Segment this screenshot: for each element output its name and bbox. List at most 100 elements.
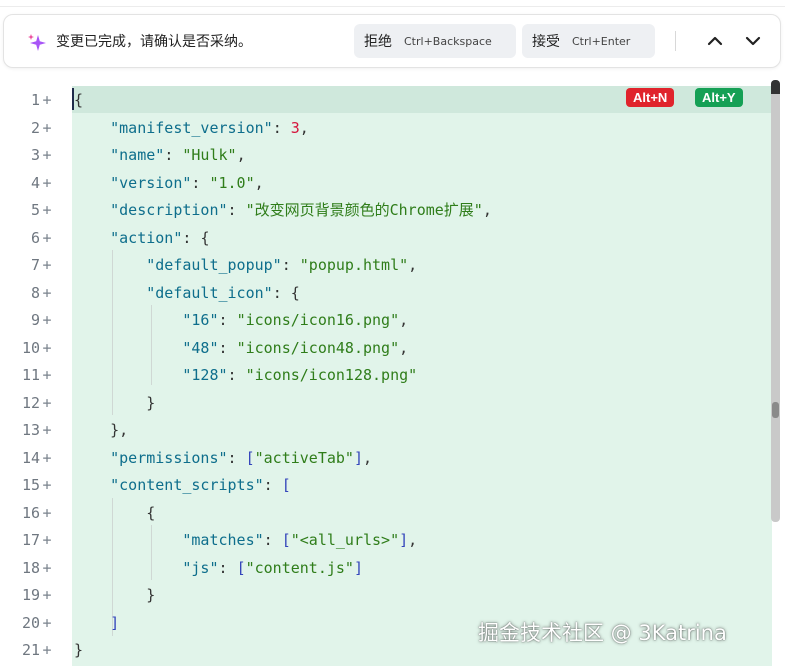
line-number: 12 — [21, 393, 40, 412]
toolbar-divider — [675, 31, 676, 51]
chevron-down-icon[interactable] — [741, 29, 765, 53]
code-line: 7 + "default_popup": "popup.html", — [0, 252, 785, 280]
line-number: 3 — [30, 146, 40, 164]
code-line: 6 + "action": { — [0, 225, 785, 253]
code-text: ] — [110, 613, 120, 632]
code-line: 11 + "128": "icons/icon128.png" — [0, 362, 785, 390]
code-text: "name": "Hulk", — [110, 146, 246, 164]
added-line-marker: + — [42, 146, 52, 164]
line-number: 14 — [21, 448, 40, 467]
code-text: { — [74, 91, 84, 109]
added-line-marker: + — [42, 476, 52, 494]
code-text: "version": "1.0", — [110, 173, 264, 192]
added-line-marker: + — [42, 283, 52, 302]
added-line-marker: + — [42, 421, 52, 439]
line-number: 7 — [30, 256, 40, 274]
added-line-marker: + — [42, 531, 52, 549]
code-line: 10 + "48": "icons/icon48.png", — [0, 335, 785, 363]
added-line-marker: + — [42, 641, 52, 659]
added-line-marker: + — [42, 393, 52, 412]
scrollbar-thumb[interactable] — [772, 402, 779, 418]
code-line: 19 + } — [0, 582, 785, 610]
accept-button[interactable]: 接受 Ctrl+Enter — [522, 24, 655, 58]
code-lines: 1 +{2 + "manifest_version": 3, 3 + "name": "… — [0, 87, 785, 665]
sparkle-icon — [28, 34, 46, 51]
line-number: 18 — [21, 558, 40, 577]
code-text: "manifest_version": 3, — [110, 118, 309, 137]
code-text: "content_scripts": [ — [110, 476, 291, 494]
added-line-marker: + — [42, 613, 52, 632]
reject-button[interactable]: 拒绝 Ctrl+Backspace — [354, 24, 516, 58]
line-number: 8 — [30, 283, 40, 302]
line-number: 19 — [21, 586, 40, 604]
line-number: 6 — [30, 228, 40, 247]
added-line-marker: + — [42, 118, 52, 137]
code-line: 18 + "js": ["content.js"] — [0, 555, 785, 583]
code-editor[interactable]: 1 +{2 + "manifest_version": 3, 3 + "name": "… — [0, 80, 785, 666]
added-line-marker: + — [42, 173, 52, 192]
code-line: 2 + "manifest_version": 3, — [0, 115, 785, 143]
code-text: } — [146, 393, 156, 412]
code-text: "128": "icons/icon128.png" — [182, 366, 418, 384]
scrollbar-top-cap — [771, 80, 780, 94]
code-text: "48": "icons/icon48.png", — [182, 338, 409, 357]
reject-shortcut-badge[interactable]: Alt+N — [626, 88, 675, 107]
added-line-marker: + — [42, 503, 52, 522]
code-line: 13 + }, — [0, 417, 785, 445]
line-number: 11 — [21, 366, 40, 384]
code-line: 4 + "version": "1.0", — [0, 170, 785, 198]
code-text: } — [74, 641, 84, 659]
accept-shortcut: Ctrl+Enter — [572, 34, 631, 48]
code-text: "permissions": ["activeTab"], — [110, 448, 373, 467]
line-number: 9 — [30, 311, 40, 329]
line-number: 2 — [30, 118, 40, 137]
line-number: 21 — [21, 641, 40, 659]
line-number: 17 — [21, 531, 40, 549]
accept-label: 接受 — [532, 34, 560, 50]
line-number: 15 — [21, 476, 40, 494]
watermark: 掘金技术社区 @ 3Katrina — [478, 621, 727, 645]
code-text: "description": "改变网页背景颜色的Chrome扩展", — [110, 201, 492, 219]
code-text: "js": ["content.js"] — [182, 558, 363, 577]
line-number: 16 — [21, 503, 40, 522]
added-line-marker: + — [42, 91, 52, 109]
added-line-marker: + — [42, 201, 52, 219]
review-message: 变更已完成，请确认是否采纳。 — [56, 34, 252, 50]
line-number: 4 — [30, 173, 40, 192]
code-line: 14 + "permissions": ["activeTab"], — [0, 445, 785, 473]
added-line-marker: + — [42, 228, 52, 247]
added-line-marker: + — [42, 311, 52, 329]
code-line: 8 + "default_icon": { — [0, 280, 785, 308]
added-line-marker: + — [42, 256, 52, 274]
accept-shortcut-badge[interactable]: Alt+Y — [695, 88, 743, 107]
reject-shortcut: Ctrl+Backspace — [404, 34, 492, 48]
added-line-marker: + — [42, 366, 52, 384]
added-line-marker: + — [42, 586, 52, 604]
code-text: "default_icon": { — [146, 283, 300, 302]
chevron-up-icon[interactable] — [703, 29, 727, 53]
code-text: "16": "icons/icon16.png", — [182, 311, 409, 329]
line-number: 5 — [30, 201, 40, 219]
code-text: { — [146, 503, 156, 522]
review-bar: 变更已完成，请确认是否采纳。 拒绝 Ctrl+Backspace 接受 Ctrl… — [3, 14, 781, 68]
line-number: 1 — [30, 91, 40, 109]
reject-label: 拒绝 — [364, 34, 392, 50]
code-text: }, — [110, 421, 129, 439]
code-line: 17 + "matches": ["<all_urls>"], — [0, 527, 785, 555]
added-line-marker: + — [42, 338, 52, 357]
code-text: } — [146, 586, 156, 604]
added-line-marker: + — [42, 448, 52, 467]
vertical-scrollbar[interactable] — [771, 80, 780, 522]
added-line-marker: + — [42, 558, 52, 577]
code-line: 16 + { — [0, 500, 785, 528]
code-text: "matches": ["<all_urls>"], — [182, 531, 418, 549]
code-text: "default_popup": "popup.html", — [146, 256, 418, 274]
code-line: 5 + "description": "改变网页背景颜色的Chrome扩展", — [0, 197, 785, 225]
line-number: 10 — [21, 338, 40, 357]
code-line: 9 + "16": "icons/icon16.png", — [0, 307, 785, 335]
code-text: "action": { — [110, 228, 210, 247]
line-number: 20 — [21, 613, 40, 632]
code-line: 3 + "name": "Hulk", — [0, 142, 785, 170]
code-line: 12 + } — [0, 390, 785, 418]
top-border — [0, 0, 785, 7]
